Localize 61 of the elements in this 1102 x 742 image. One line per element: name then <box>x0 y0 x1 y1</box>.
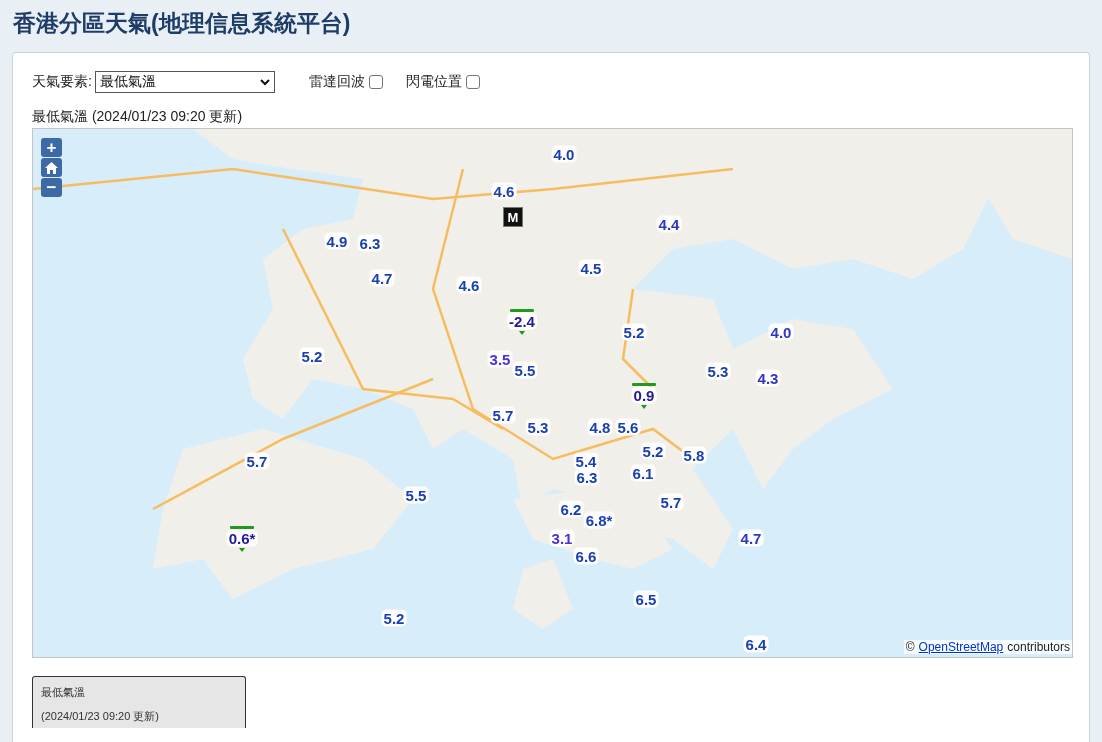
zoom-out-button[interactable]: − <box>41 178 62 197</box>
temperature-label: 0.6* <box>226 529 258 547</box>
temperature-label: 3.5 <box>487 350 513 368</box>
temperature-label: 4.6 <box>456 276 482 294</box>
checkbox-label: 雷達回波 <box>308 73 365 91</box>
temperature-label: 6.6 <box>573 547 599 565</box>
temperature-label: 5.3 <box>525 418 551 436</box>
home-button[interactable] <box>41 158 62 177</box>
temperature-label: 3.1 <box>549 529 575 547</box>
map[interactable]: M 4.0 4.6 4.4 4.9 6.3 4.7 4.6 4.5 -2.4 5.2 4.0 5.2 3.5 5.5 5.3 4.3 0.9 5.7 5.3 4.8 5.6 5.7 5.4 5.2 5.8 6.3 6.1 5.5 6.2 5.7 6.8* 0.6* 3.1 4.7 6.6 6.5 5.2 6.4 + − © OpenStreetMap contributors <box>32 128 1073 658</box>
temperature-label: 5.7 <box>244 452 270 470</box>
copyright-symbol: © <box>905 640 915 654</box>
home-icon <box>45 161 58 174</box>
temperature-label: 5.5 <box>403 486 429 504</box>
temperature-label: 4.0 <box>768 323 794 341</box>
temperature-label: 5.2 <box>381 609 407 627</box>
checkbox[interactable] <box>465 75 480 89</box>
temperature-label: 4.8 <box>587 418 613 436</box>
temperature-label: 5.2 <box>299 347 325 365</box>
temperature-label: 6.4 <box>743 635 769 653</box>
attribution-text: contributors <box>1007 640 1070 654</box>
chevron-down-icon <box>259 78 270 86</box>
temperature-label: 4.7 <box>369 269 395 287</box>
checkbox-label: 閃電位置 <box>405 73 462 91</box>
temperature-label: 4.3 <box>755 369 781 387</box>
temperature-label: 5.3 <box>705 362 731 380</box>
temperature-label: 5.4 <box>573 452 599 470</box>
temperature-label: 4.9 <box>324 232 350 250</box>
temperature-label: 5.6 <box>615 418 641 436</box>
temperature-label: 6.8* <box>583 511 615 529</box>
temperature-label: 4.4 <box>656 215 682 233</box>
temperature-label: 6.5 <box>633 590 659 608</box>
temperature-label: 6.3 <box>357 234 383 252</box>
legend-title: 最低氣溫 <box>41 685 86 700</box>
temperature-label: 6.2 <box>558 500 584 518</box>
marker-pin[interactable]: M <box>503 207 523 227</box>
lowest-triangle-icon <box>239 548 245 552</box>
openstreetmap-link[interactable]: OpenStreetMap <box>918 640 1004 654</box>
temperature-label: 5.7 <box>490 406 516 424</box>
checkbox[interactable] <box>368 75 383 89</box>
lowest-triangle-icon <box>641 405 647 409</box>
map-heading: 最低氣溫 (2024/01/23 09:20 更新) <box>32 108 244 126</box>
temperature-label: 6.1 <box>630 464 656 482</box>
legend-updated: (2024/01/23 09:20 更新) <box>41 709 161 724</box>
temperature-label: 4.0 <box>551 145 577 163</box>
temperature-label: 5.2 <box>640 442 666 460</box>
element-label: 天氣要素: <box>32 73 92 91</box>
temperature-label: 4.5 <box>578 259 604 277</box>
temperature-label: 6.3 <box>574 468 600 486</box>
element-select[interactable]: 最低氣溫 <box>94 71 275 93</box>
zoom-in-button[interactable]: + <box>41 138 62 157</box>
temperature-label: 0.9 <box>631 386 657 404</box>
temperature-label: 5.7 <box>658 493 684 511</box>
temperature-label: 4.7 <box>738 529 764 547</box>
temperature-label: -2.4 <box>507 312 537 330</box>
page-title: 香港分區天氣(地理信息系統平台) <box>12 9 352 38</box>
temperature-label: 5.5 <box>512 361 538 379</box>
temperature-label: 4.6 <box>491 182 517 200</box>
temperature-label: 5.8 <box>681 446 707 464</box>
lowest-triangle-icon <box>519 331 525 335</box>
temperature-label: 5.2 <box>621 323 647 341</box>
